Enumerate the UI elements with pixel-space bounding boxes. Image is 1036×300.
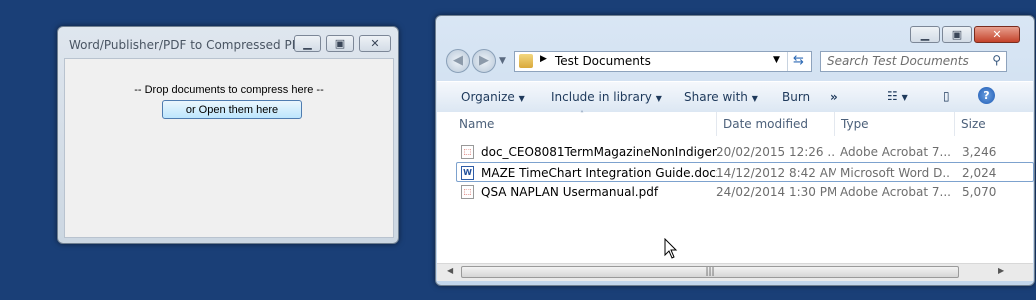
include-in-library-menu[interactable]: Include in library ▼ (551, 90, 662, 104)
column-header-date[interactable]: Date modified (717, 112, 835, 136)
forward-button[interactable]: ▶ (472, 49, 496, 73)
recent-pages-dropdown-icon[interactable]: ▼ (499, 56, 506, 66)
help-button[interactable]: ? (978, 87, 995, 104)
refresh-icon[interactable]: ⇆ (793, 53, 804, 68)
breadcrumb-arrow-icon[interactable]: ▶ (540, 54, 547, 64)
address-divider (787, 52, 788, 71)
forward-arrow-icon: ▶ (479, 53, 489, 68)
command-bar: Organize ▼ Include in library ▼ Share wi… (437, 81, 1033, 113)
window-title: Word/Publisher/PDF to Compressed PDF (69, 38, 308, 52)
maximize-icon: ▣ (951, 28, 963, 41)
breadcrumb-item[interactable]: Test Documents (555, 54, 651, 68)
address-bar[interactable]: ▶ Test Documents ▼ ⇆ (514, 51, 812, 72)
file-name: MAZE TimeChart Integration Guide.docx (481, 166, 717, 180)
preview-pane-button[interactable]: ▯ (943, 89, 950, 103)
chevron-down-icon: ▼ (518, 94, 525, 103)
file-date: 14/12/2012 8:42 AM (716, 166, 836, 180)
chevron-down-icon: ▼ (901, 93, 908, 102)
minimize-icon: ▁ (303, 37, 312, 50)
chevron-down-icon: ▼ (655, 94, 662, 103)
pdf-icon: ⬚ (461, 185, 474, 199)
grip-icon: ||| (705, 267, 715, 277)
close-icon: ✕ (992, 28, 1002, 41)
file-type: Microsoft Word D... (840, 166, 950, 180)
file-row[interactable]: ⬚ doc_CEO8081TermMagazineNonIndigen... 2… (457, 142, 1013, 162)
view-options-button[interactable]: ☷ ▼ (887, 89, 908, 103)
maximize-button[interactable]: ▣ (942, 26, 972, 43)
maximize-icon: ▣ (334, 37, 346, 50)
back-arrow-icon: ◀ (453, 53, 463, 68)
scrollbar-thumb[interactable]: ||| (461, 266, 959, 278)
word-icon: W (461, 166, 474, 180)
maximize-button[interactable]: ▣ (326, 35, 354, 52)
drop-instructions: -- Drop documents to compress here -- (134, 84, 324, 96)
organize-menu[interactable]: Organize ▼ (461, 90, 525, 104)
file-type: Adobe Acrobat 7.... (840, 185, 950, 199)
close-icon: ✕ (370, 37, 380, 50)
file-name: doc_CEO8081TermMagazineNonIndigen... (481, 145, 717, 159)
file-size: 5,070 (962, 185, 997, 199)
file-size: 2,024 (962, 166, 997, 180)
file-list: ˄ Name Date modified Type Size ⬚ doc_CEO… (437, 110, 1035, 279)
minimize-button[interactable]: ▁ (294, 35, 321, 52)
chevron-down-icon: ▼ (751, 94, 758, 103)
mouse-cursor-icon (664, 238, 678, 259)
horizontal-scrollbar[interactable]: ◀ ||| ▶ (437, 263, 1033, 281)
address-dropdown-icon[interactable]: ▼ (773, 55, 780, 65)
back-button[interactable]: ◀ (446, 49, 470, 73)
help-icon: ? (983, 89, 990, 102)
share-with-menu[interactable]: Share with ▼ (684, 90, 758, 104)
open-files-button[interactable]: or Open them here (162, 100, 302, 119)
column-header-name[interactable]: Name (453, 112, 717, 136)
preview-pane-icon: ▯ (943, 89, 950, 103)
close-button[interactable]: ✕ (359, 35, 391, 52)
pdf-icon: ⬚ (461, 145, 474, 159)
scroll-left-icon[interactable]: ◀ (447, 266, 453, 275)
more-commands-button[interactable]: » (830, 90, 838, 104)
drop-area[interactable]: -- Drop documents to compress here -- or… (64, 58, 394, 238)
search-box[interactable]: Search Test Documents ⚲ (820, 51, 1007, 72)
file-name: QSA NAPLAN Usermanual.pdf (481, 185, 659, 199)
folder-icon (519, 54, 533, 68)
column-header-type[interactable]: Type (835, 112, 955, 136)
compressor-window: Word/Publisher/PDF to Compressed PDF ▁ ▣… (57, 26, 399, 244)
file-row[interactable]: ⬚ QSA NAPLAN Usermanual.pdf 24/02/2014 1… (457, 182, 1013, 202)
close-button[interactable]: ✕ (974, 26, 1020, 43)
file-size: 3,246 (962, 145, 997, 159)
view-icon: ☷ (887, 89, 898, 103)
file-type: Adobe Acrobat 7.... (840, 145, 950, 159)
scroll-right-icon[interactable]: ▶ (998, 266, 1004, 275)
search-icon[interactable]: ⚲ (992, 53, 1001, 67)
minimize-button[interactable]: ▁ (910, 26, 940, 43)
explorer-window: ▁ ▣ ✕ ◀ ▶ ▼ ▶ Test Documents ▼ ⇆ Search … (435, 15, 1035, 286)
search-placeholder: Search Test Documents (827, 54, 969, 68)
column-header-size[interactable]: Size (955, 112, 1035, 136)
minimize-icon: ▁ (920, 28, 930, 41)
file-row[interactable]: W MAZE TimeChart Integration Guide.docx … (456, 162, 1034, 182)
burn-button[interactable]: Burn (782, 90, 810, 104)
file-date: 24/02/2014 1:30 PM (716, 185, 836, 199)
file-date: 20/02/2015 12:26 ... (716, 145, 836, 159)
